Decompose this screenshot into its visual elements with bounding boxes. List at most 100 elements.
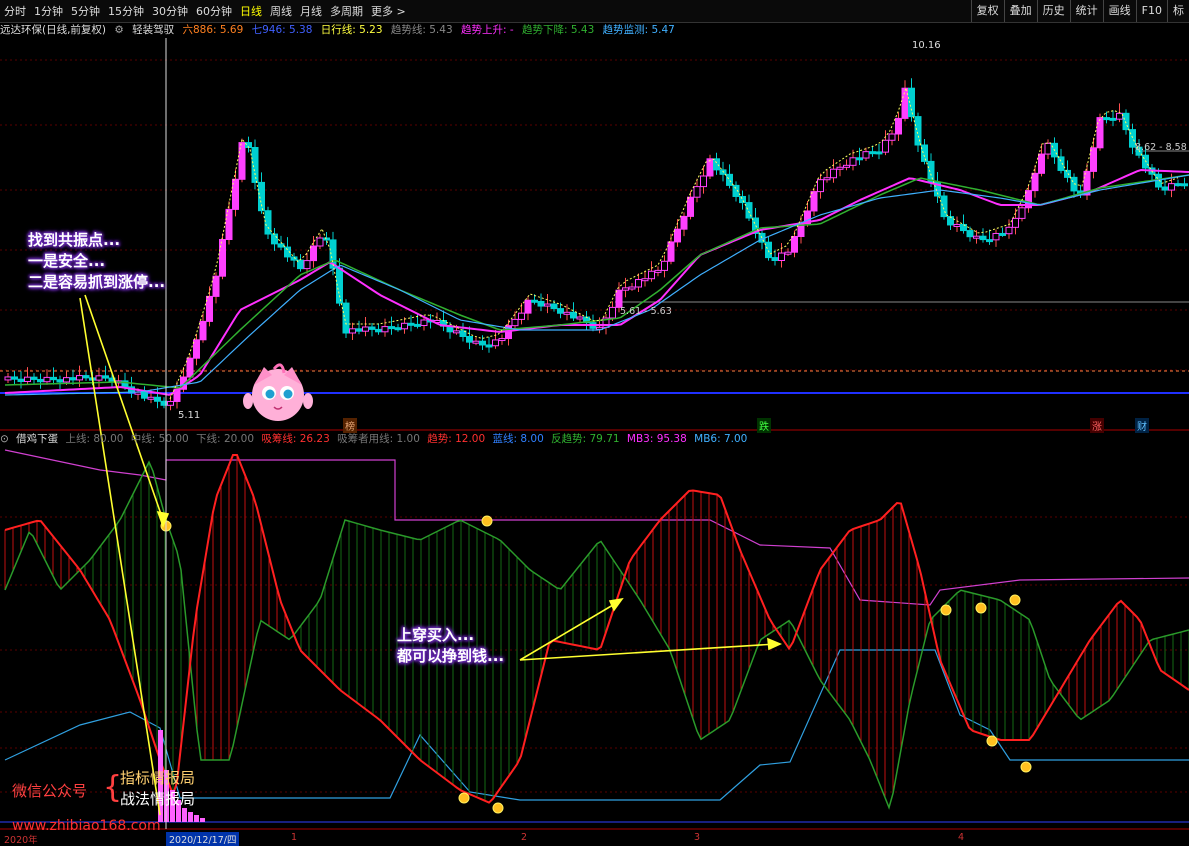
candle-body: [323, 237, 330, 241]
candle-body: [979, 235, 987, 241]
candle-body: [43, 376, 51, 383]
event-tag-rank[interactable]: 榜: [343, 418, 357, 433]
chart-canvas[interactable]: 10.16 5.11 5.61 - 5.63 8.62 - 8.58: [0, 0, 1189, 843]
fuquan-button[interactable]: 复权: [970, 0, 1004, 22]
candle-body: [888, 133, 896, 141]
event-tag-rise[interactable]: 涨: [1090, 418, 1104, 433]
candle-body: [24, 376, 31, 382]
period-tab-2[interactable]: 5分钟: [67, 3, 104, 19]
signal-dot-icon: [481, 515, 493, 527]
candle-body: [862, 151, 870, 159]
period-tab-0[interactable]: 分时: [0, 3, 30, 19]
f10-button[interactable]: F10: [1135, 0, 1167, 22]
mark-button[interactable]: 标: [1167, 0, 1189, 22]
callout-line: 都可以挣到钱...: [397, 647, 505, 665]
overlay-button[interactable]: 叠加: [1003, 0, 1037, 22]
wechat-label: 微信公众号: [12, 782, 88, 800]
candle-body: [518, 312, 525, 320]
chip-cost-value: 吸筹者用线: 1.00: [337, 433, 420, 445]
candle-body: [1181, 183, 1188, 187]
stock-title[interactable]: 远达环保(日线,前复权): [0, 24, 106, 36]
axis-month: 1: [291, 832, 298, 843]
candle-body: [11, 376, 18, 380]
candle-body: [817, 179, 824, 193]
candle-body: [206, 295, 213, 322]
candle-body: [1064, 169, 1071, 178]
period-tab-3[interactable]: 15分钟: [104, 3, 148, 19]
candle-body: [784, 251, 792, 255]
moving-averages: [4, 86, 1189, 400]
candle-body: [1005, 226, 1013, 235]
candle-body: [940, 195, 948, 218]
candle-body: [771, 257, 779, 262]
annotation-arrows: [79, 294, 783, 816]
mb6-value: MB6: 7.00: [694, 433, 748, 445]
history-button[interactable]: 历史: [1036, 0, 1070, 22]
event-tag-fall[interactable]: 跌: [757, 418, 771, 433]
mb3-value: MB3: 95.38: [626, 433, 687, 445]
strategy-name[interactable]: 轻装驾驭: [132, 24, 174, 36]
candle-body: [492, 339, 499, 347]
signal-dot-icon: [1020, 761, 1032, 773]
ma-magenta-line: [4, 169, 1189, 396]
period-tab-9[interactable]: 多周期: [326, 3, 367, 19]
period-tab-1[interactable]: 1分钟: [30, 3, 67, 19]
candle-body: [362, 326, 369, 332]
range-label-1: 5.61 - 5.63: [620, 306, 672, 317]
period-tab-daily[interactable]: 日线: [236, 3, 266, 19]
signal-dot-icon: [1009, 594, 1021, 606]
mascot-image: [243, 363, 313, 421]
candle-body: [219, 239, 226, 277]
chip-bar: [188, 812, 193, 822]
gear-icon[interactable]: ⚙: [114, 24, 123, 36]
period-tab-8[interactable]: 月线: [296, 3, 326, 19]
candle-body: [102, 375, 109, 379]
candle-body: [973, 235, 980, 239]
collapse-icon[interactable]: ⊙: [0, 433, 9, 445]
period-tab-7[interactable]: 周线: [266, 3, 296, 19]
candle-body: [628, 286, 636, 290]
candle-body: [635, 279, 642, 288]
candle-body: [4, 376, 12, 381]
candle-body: [472, 340, 480, 344]
candle-body: [986, 239, 993, 243]
candle-body: [414, 323, 421, 327]
sub-indicator-name[interactable]: 借鸡下蛋: [16, 433, 58, 445]
candle-body: [1090, 147, 1097, 172]
candlesticks: [4, 78, 1188, 411]
candle-body: [82, 375, 90, 379]
candle-body: [342, 302, 350, 334]
candle-body: [212, 275, 220, 297]
stats-button[interactable]: 统计: [1069, 0, 1103, 22]
candle-body: [336, 267, 343, 304]
upper-line-value: 上线: 80.00: [65, 433, 124, 445]
event-tag-finance[interactable]: 财: [1135, 418, 1149, 433]
chip-bar: [200, 818, 205, 822]
period-tab-5[interactable]: 60分钟: [192, 3, 236, 19]
draw-line-button[interactable]: 画线: [1102, 0, 1136, 22]
ma6-value: 六886: 5.69: [182, 24, 244, 36]
candle-body: [830, 168, 837, 179]
candle-body: [823, 177, 831, 181]
candle-body: [960, 223, 967, 232]
candle-body: [466, 336, 473, 343]
signal-dot-icon: [458, 792, 470, 804]
high-price-label: 10.16: [912, 40, 941, 51]
candle-body: [485, 344, 493, 348]
candle-body: [141, 391, 148, 399]
candle-body: [1103, 117, 1110, 121]
candle-body: [713, 158, 720, 171]
candle-body: [375, 328, 382, 333]
main-indicator-bar: 远达环保(日线,前复权) ⚙ 轻装驾驭 六886: 5.69 七946: 5.3…: [0, 22, 1189, 38]
candle-body: [1168, 183, 1175, 191]
candle-body: [368, 326, 376, 330]
candle-body: [290, 256, 298, 261]
chip-bar: [194, 815, 199, 822]
period-tab-4[interactable]: 30分钟: [148, 3, 192, 19]
trend-line-value: 趋势线: 5.43: [390, 24, 453, 36]
candle-body: [765, 241, 772, 259]
period-tab-more[interactable]: 更多 >: [367, 3, 410, 19]
candle-body: [882, 139, 889, 153]
candle-body: [76, 375, 83, 381]
signal-dot-icon: [940, 604, 952, 616]
